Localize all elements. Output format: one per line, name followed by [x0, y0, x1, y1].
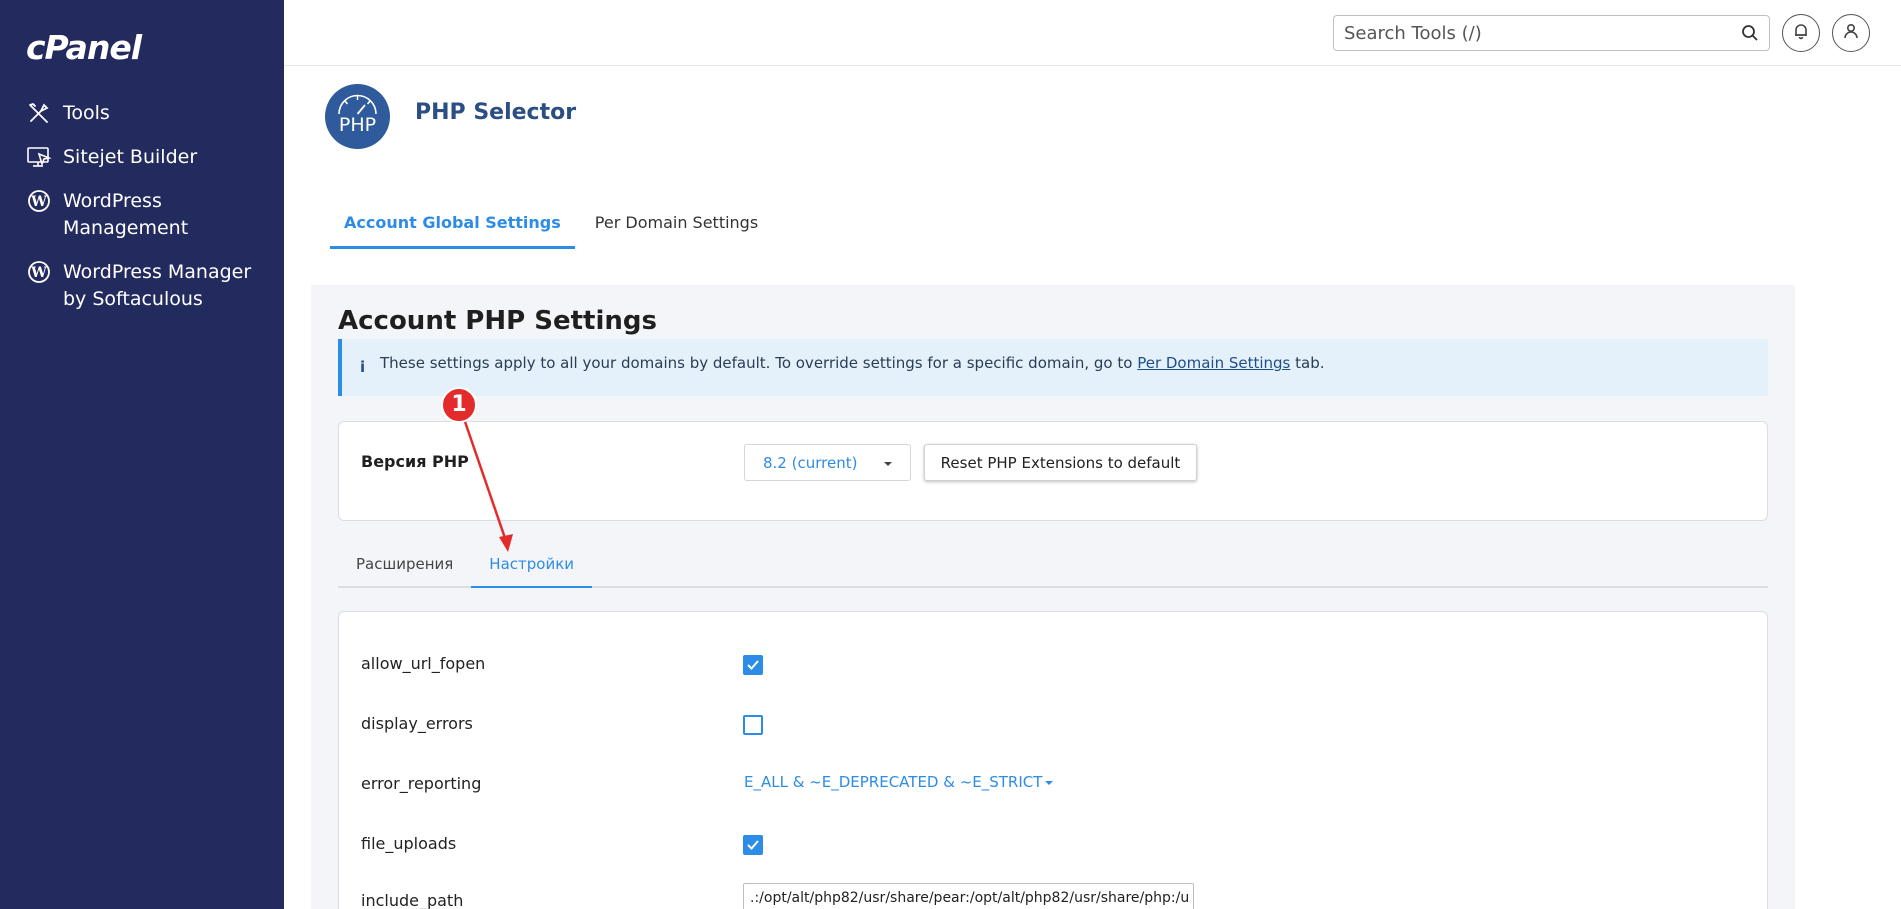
sidebar-item-label: Tools	[63, 102, 110, 124]
option-name: error_reporting	[361, 774, 482, 793]
tab-options[interactable]: Настройки	[471, 546, 593, 588]
info-icon: i	[360, 358, 366, 376]
php-version-label: Версия PHP	[361, 452, 469, 471]
option-name: display_errors	[361, 714, 473, 733]
info-suffix: tab.	[1295, 354, 1325, 372]
error-reporting-value: E_ALL & ~E_DEPRECATED & ~E_STRICT	[744, 773, 1043, 791]
info-alert: i These settings apply to all your domai…	[338, 339, 1768, 396]
section-title: Account PHP Settings	[338, 306, 657, 336]
php-selector-icon: PHP	[325, 84, 390, 149]
sidebar-item-wordpress-manager-softaculous[interactable]: W WordPress Manager by Softaculous	[0, 259, 284, 313]
sidebar: cPanel Tools Sitejet Builder W WordPress…	[0, 0, 284, 909]
wordpress-icon: W	[26, 259, 52, 285]
option-name: allow_url_fopen	[361, 654, 486, 673]
tab-account-global-settings[interactable]: Account Global Settings	[330, 205, 575, 249]
svg-text:W: W	[30, 265, 47, 281]
option-name: file_uploads	[361, 834, 457, 853]
options-card	[338, 611, 1768, 909]
tools-icon	[26, 100, 52, 126]
sidebar-item-tools[interactable]: Tools	[0, 100, 284, 127]
display-errors-checkbox[interactable]	[743, 715, 763, 735]
page-title: PHP Selector	[415, 100, 577, 125]
sitejet-icon	[26, 144, 52, 170]
php-version-select[interactable]: 8.2 (current)	[744, 444, 911, 481]
svg-text:W: W	[30, 194, 47, 210]
cpanel-logo[interactable]: cPanel	[26, 28, 142, 67]
sidebar-item-sitejet[interactable]: Sitejet Builder	[0, 144, 284, 171]
php-version-value: 8.2 (current)	[763, 454, 858, 472]
search-box[interactable]	[1333, 15, 1770, 51]
sidebar-nav: Tools Sitejet Builder W WordPress Manage…	[0, 100, 284, 330]
allow-url-fopen-checkbox[interactable]	[743, 655, 763, 675]
sidebar-item-label: WordPress Management	[63, 190, 189, 239]
user-menu-button[interactable]	[1832, 14, 1870, 52]
chevron-down-icon	[1045, 780, 1054, 785]
include-path-input[interactable]	[743, 883, 1194, 909]
page-tabs: Account Global Settings Per Domain Setti…	[330, 205, 772, 249]
error-reporting-select[interactable]: E_ALL & ~E_DEPRECATED & ~E_STRICT	[744, 773, 1054, 791]
reset-extensions-button[interactable]: Reset PHP Extensions to default	[924, 444, 1197, 481]
check-icon	[747, 840, 759, 850]
info-message: These settings apply to all your domains…	[380, 354, 1133, 372]
tab-per-domain-settings[interactable]: Per Domain Settings	[581, 205, 772, 249]
sidebar-item-wordpress-management[interactable]: W WordPress Management	[0, 188, 284, 242]
user-icon	[1842, 22, 1860, 44]
file-uploads-checkbox[interactable]	[743, 835, 763, 855]
info-text: These settings apply to all your domains…	[380, 354, 1325, 372]
search-icon[interactable]	[1741, 24, 1759, 42]
sidebar-item-label: WordPress Manager by Softaculous	[63, 261, 252, 310]
sidebar-item-label: Sitejet Builder	[63, 146, 198, 168]
annotation-badge: 1	[441, 387, 477, 423]
settings-tabs: Расширения Настройки	[338, 546, 1768, 588]
per-domain-settings-link[interactable]: Per Domain Settings	[1137, 354, 1290, 372]
php-logo-text: PHP	[339, 114, 376, 136]
chevron-down-icon	[884, 462, 892, 466]
notifications-button[interactable]	[1782, 14, 1820, 52]
tab-extensions[interactable]: Расширения	[338, 546, 471, 586]
bell-icon	[1792, 22, 1810, 44]
option-name: include_path	[361, 891, 464, 909]
wordpress-icon: W	[26, 188, 52, 214]
check-icon	[747, 660, 759, 670]
search-input[interactable]	[1334, 16, 1724, 50]
